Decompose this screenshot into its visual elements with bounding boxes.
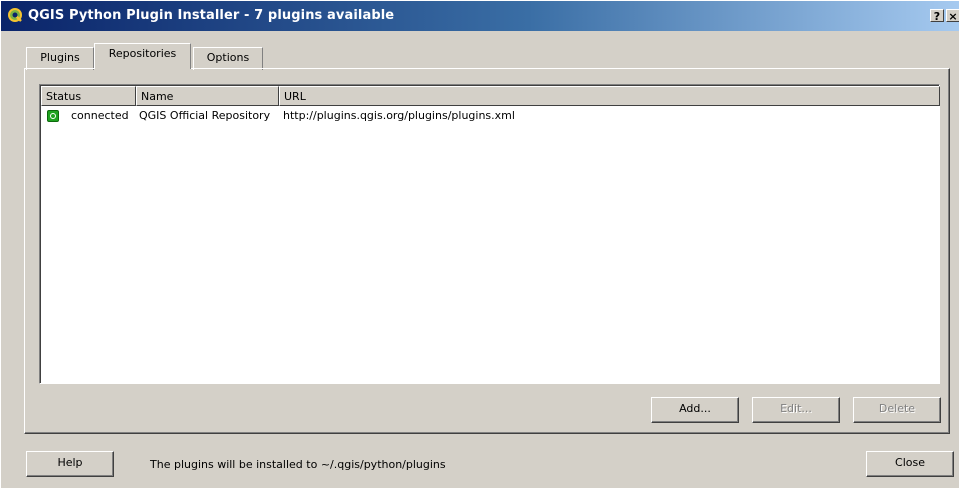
edit-repository-button[interactable]: Edit... — [752, 397, 840, 423]
add-repository-button[interactable]: Add... — [651, 397, 739, 423]
repositories-table[interactable]: Status Name URL connected QGIS Official … — [39, 84, 940, 384]
window-title: QGIS Python Plugin Installer - 7 plugins… — [28, 8, 395, 23]
install-path-message: The plugins will be installed to ~/.qgis… — [150, 458, 446, 471]
table-header: Status Name URL — [41, 86, 940, 106]
plugin-installer-window: QGIS Python Plugin Installer - 7 plugins… — [0, 0, 959, 488]
tab-repositories[interactable]: Repositories — [94, 43, 191, 69]
table-row[interactable]: connected QGIS Official Repository http:… — [41, 106, 938, 126]
tab-options[interactable]: Options — [193, 47, 263, 70]
column-header-status[interactable]: Status — [41, 86, 136, 106]
qgis-logo-icon — [8, 8, 22, 22]
row-status: connected — [71, 109, 129, 122]
tab-plugins[interactable]: Plugins — [26, 47, 94, 70]
repositories-panel: Status Name URL connected QGIS Official … — [24, 68, 950, 434]
close-button[interactable]: Close — [866, 451, 954, 477]
context-help-button[interactable]: ? — [930, 9, 944, 23]
delete-repository-button[interactable]: Delete — [853, 397, 941, 423]
column-header-url[interactable]: URL — [279, 86, 940, 106]
row-url: http://plugins.qgis.org/plugins/plugins.… — [283, 109, 515, 122]
help-button[interactable]: Help — [26, 451, 114, 477]
title-bar[interactable]: QGIS Python Plugin Installer - 7 plugins… — [1, 1, 959, 31]
connected-icon — [47, 110, 59, 122]
column-header-name[interactable]: Name — [136, 86, 279, 106]
row-name: QGIS Official Repository — [139, 109, 271, 122]
window-close-button[interactable]: × — [946, 9, 959, 23]
